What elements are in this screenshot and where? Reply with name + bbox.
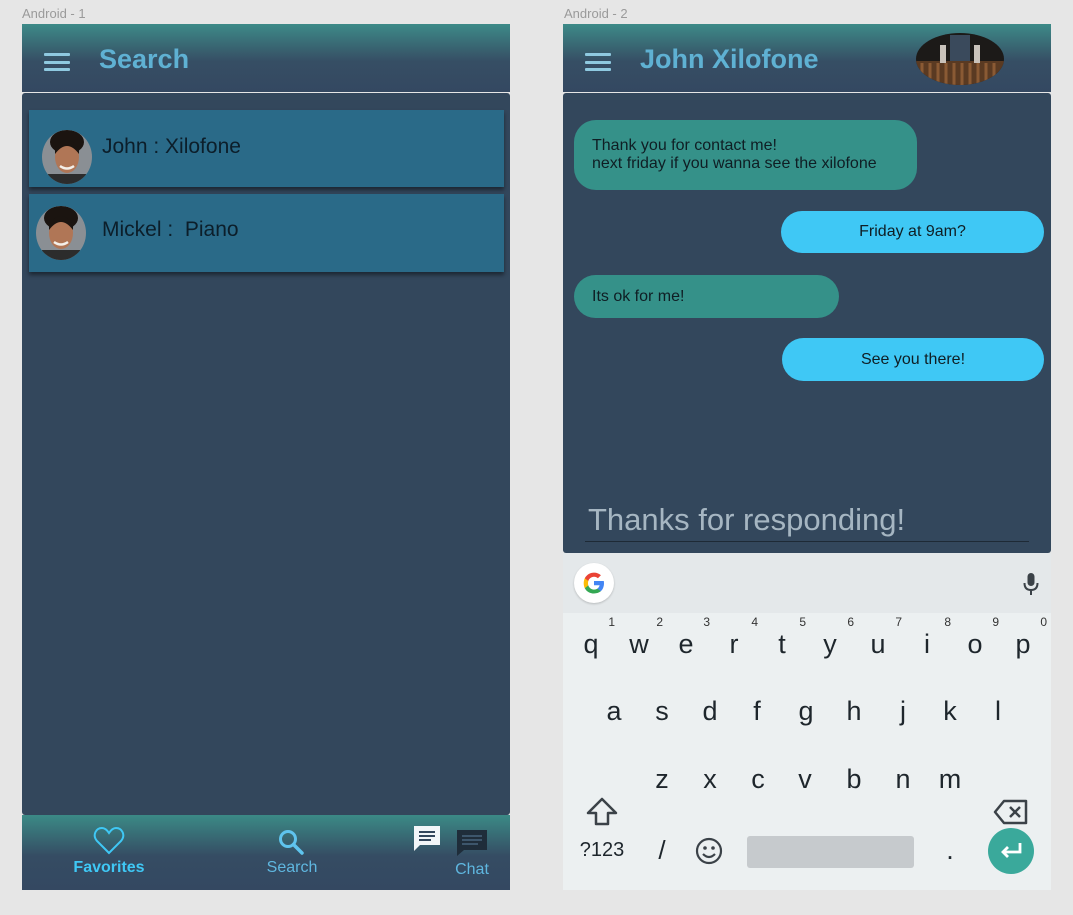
message-line: Friday at 9am?	[859, 223, 966, 240]
nav-chat-label: Chat	[455, 861, 489, 878]
slash-key[interactable]: /	[642, 835, 682, 866]
contact-name: John : Xilofone	[102, 135, 241, 158]
message-area: Thank you for contact me! next friday if…	[563, 93, 1051, 553]
message-outgoing: Friday at 9am?	[781, 211, 1044, 253]
key-z[interactable]: z	[642, 764, 682, 795]
key-s[interactable]: s	[642, 696, 682, 727]
key-d[interactable]: d	[690, 696, 730, 727]
key-letter: r	[729, 629, 739, 659]
chat-app-bar: John Xilofone	[563, 24, 1051, 92]
key-i[interactable]: i8	[907, 615, 951, 660]
key-e[interactable]: e3	[666, 615, 710, 660]
bottom-navigation: Favorites Search Chat	[22, 815, 510, 890]
key-letter: u	[870, 629, 886, 659]
message-incoming: Its ok for me!	[574, 275, 839, 318]
message-line: See you there!	[860, 351, 966, 368]
key-w[interactable]: w2	[619, 615, 663, 660]
key-letter: q	[583, 629, 599, 659]
key-v[interactable]: v	[785, 764, 825, 795]
backspace-icon[interactable]	[993, 799, 1029, 825]
key-l[interactable]: l	[978, 696, 1018, 727]
chat-title: John Xilofone	[640, 44, 819, 74]
key-c[interactable]: c	[738, 764, 778, 795]
nav-search[interactable]: Search	[250, 829, 334, 877]
key-number-hint: 4	[751, 615, 758, 629]
key-m[interactable]: m	[930, 764, 970, 795]
search-icon	[279, 830, 304, 855]
key-number-hint: 3	[703, 615, 710, 629]
key-u[interactable]: u7	[858, 615, 902, 660]
contact-photo[interactable]	[916, 33, 1004, 85]
key-letter: w	[629, 629, 649, 659]
symbols-key[interactable]: ?123	[577, 839, 627, 862]
contact-name: Mickel : Piano	[102, 218, 239, 241]
message-input[interactable]: Thanks for responding!	[585, 498, 1029, 542]
key-number-hint: 7	[895, 615, 902, 629]
keyboard: q1w2e3r4t5y6u7i8o9p0 asdfghjkl zxcvbnm ?…	[563, 553, 1051, 890]
enter-icon	[1001, 843, 1022, 858]
frame-label-android-2: Android - 2	[564, 6, 628, 21]
key-number-hint: 2	[656, 615, 663, 629]
key-k[interactable]: k	[930, 696, 970, 727]
message-line: Its ok for me!	[592, 288, 685, 305]
key-j[interactable]: j	[883, 696, 923, 727]
key-number-hint: 0	[1040, 615, 1047, 629]
key-letter: p	[1015, 629, 1031, 659]
key-f[interactable]: f	[737, 696, 777, 727]
key-letter: i	[924, 629, 930, 659]
key-letter: e	[678, 629, 694, 659]
message-line: next friday if you wanna see the xilofon…	[592, 155, 877, 172]
key-a[interactable]: a	[594, 696, 634, 727]
key-x[interactable]: x	[690, 764, 730, 795]
contact-item-john[interactable]: John : Xilofone	[29, 110, 504, 187]
message-line: Thank you for contact me!	[592, 137, 777, 154]
search-screen: Search John : Xilofone Mickel: Piano Fa…	[22, 24, 510, 890]
key-number-hint: 9	[992, 615, 999, 629]
key-o[interactable]: o9	[955, 615, 999, 660]
key-y[interactable]: y6	[810, 615, 854, 660]
key-n[interactable]: n	[883, 764, 923, 795]
heart-icon	[93, 826, 125, 855]
key-number-hint: 5	[799, 615, 806, 629]
key-letter: y	[823, 629, 837, 659]
emoji-icon[interactable]	[695, 837, 723, 865]
contact-item-mickel[interactable]: Mickel : Piano	[29, 194, 504, 272]
key-letter: t	[778, 629, 786, 659]
key-b[interactable]: b	[834, 764, 874, 795]
key-q[interactable]: q1	[571, 615, 615, 660]
chat-bubble-icon[interactable]	[412, 825, 442, 857]
shift-icon[interactable]	[585, 796, 619, 828]
key-r[interactable]: r4	[714, 615, 759, 660]
microphone-icon[interactable]	[1023, 572, 1039, 596]
period-key[interactable]: .	[930, 835, 970, 866]
google-icon[interactable]	[574, 563, 614, 603]
message-outgoing: See you there!	[782, 338, 1044, 381]
key-letter: o	[967, 629, 983, 659]
message-incoming: Thank you for contact me! next friday if…	[574, 120, 917, 190]
menu-icon[interactable]	[44, 53, 70, 71]
keyboard-suggestion-bar	[563, 553, 1051, 613]
search-app-bar: Search	[22, 24, 510, 92]
avatar	[42, 130, 92, 184]
avatar	[36, 206, 86, 260]
menu-icon[interactable]	[585, 53, 611, 71]
chat-screen: John Xilofone Thank you for contact me! …	[563, 24, 1051, 890]
key-p[interactable]: p0	[1003, 615, 1047, 660]
nav-chat[interactable]: Chat	[450, 829, 494, 879]
nav-favorites-label: Favorites	[73, 859, 145, 876]
key-number-hint: 8	[944, 615, 951, 629]
chat-icon	[457, 830, 487, 856]
spacebar[interactable]	[747, 836, 914, 868]
frame-label-android-1: Android - 1	[22, 6, 86, 21]
nav-search-label: Search	[266, 859, 318, 876]
contact-list: John : Xilofone Mickel : Piano	[22, 93, 510, 815]
page-title: Search	[99, 44, 190, 74]
key-number-hint: 1	[608, 615, 615, 629]
nav-favorites[interactable]: Favorites	[66, 826, 152, 877]
key-number-hint: 6	[847, 615, 854, 629]
key-g[interactable]: g	[786, 696, 826, 727]
enter-button[interactable]	[988, 828, 1034, 874]
key-h[interactable]: h	[834, 696, 874, 727]
key-t[interactable]: t5	[762, 615, 806, 660]
